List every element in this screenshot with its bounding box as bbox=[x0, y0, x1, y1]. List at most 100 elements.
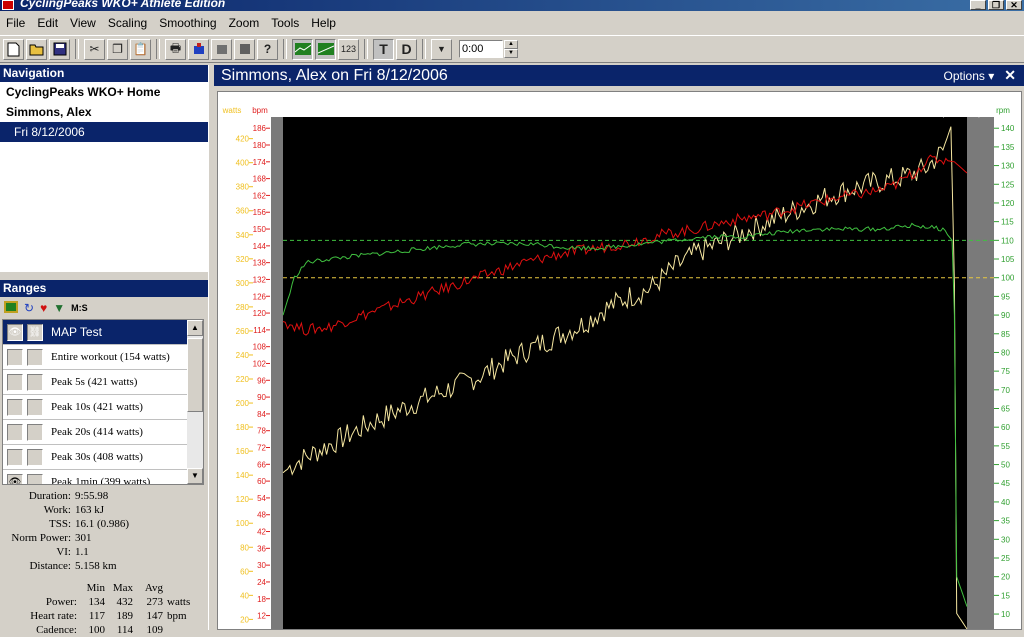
range-chart-icon[interactable] bbox=[4, 300, 18, 316]
watts-tick-label: 340 bbox=[236, 231, 250, 240]
time-input[interactable]: 0:00 bbox=[459, 40, 503, 58]
watts-tick-label: 260 bbox=[236, 327, 250, 336]
minimize-button[interactable]: _ bbox=[970, 0, 986, 10]
cut-icon[interactable]: ✂ bbox=[84, 38, 105, 60]
lock-checkbox[interactable] bbox=[27, 398, 43, 416]
range-row[interactable]: Peak 5s (421 watts) bbox=[3, 370, 203, 395]
close-button[interactable]: ✕ bbox=[1006, 0, 1022, 10]
eye-icon[interactable]: 👁 bbox=[7, 473, 23, 484]
menu-edit[interactable]: Edit bbox=[31, 16, 64, 30]
paste-icon[interactable]: 📋 bbox=[130, 38, 151, 60]
bpm-tick-label: 78 bbox=[257, 427, 266, 436]
range-label-left: MAP Test bbox=[295, 109, 330, 118]
menu-tools[interactable]: Tools bbox=[265, 16, 305, 30]
lock-checkbox[interactable] bbox=[27, 373, 43, 391]
visibility-checkbox[interactable] bbox=[7, 448, 23, 466]
workout-chart[interactable]: watts bpm rpm MAP Test Peak 1min (399 watts)… bbox=[217, 91, 1022, 630]
visibility-checkbox[interactable] bbox=[7, 423, 23, 441]
rpm-tick-label: 25 bbox=[1001, 554, 1010, 563]
stat-norm-power: Norm Power: 301 bbox=[0, 531, 208, 545]
stat-vi: VI: 1.1 bbox=[0, 545, 208, 559]
stat-value: 163 kJ bbox=[75, 504, 105, 516]
lock-checkbox[interactable] bbox=[27, 448, 43, 466]
app-icon bbox=[2, 0, 14, 10]
scroll-up-icon[interactable]: ▲ bbox=[187, 320, 203, 336]
visibility-checkbox[interactable] bbox=[7, 373, 23, 391]
stat-duration: Duration: 9:55.98 bbox=[0, 489, 208, 503]
menu-smoothing[interactable]: Smoothing bbox=[153, 16, 222, 30]
menu-view[interactable]: View bbox=[64, 16, 102, 30]
device-settings-icon[interactable] bbox=[234, 38, 255, 60]
spin-down-icon[interactable]: ▼ bbox=[504, 49, 518, 58]
eye-icon[interactable]: 👁 bbox=[7, 323, 23, 341]
open-folder-icon[interactable] bbox=[26, 38, 47, 60]
options-menu[interactable]: Options ▾ bbox=[944, 69, 1005, 83]
stat-label: VI: bbox=[56, 546, 71, 558]
filter-icon[interactable]: ▼ bbox=[53, 301, 65, 315]
stat-value: 1.1 bbox=[75, 546, 89, 558]
close-workout-icon[interactable]: ✕ bbox=[1004, 67, 1024, 84]
visibility-checkbox[interactable] bbox=[7, 348, 23, 366]
help-icon[interactable]: ? bbox=[257, 38, 278, 60]
graph-view-icon[interactable] bbox=[292, 38, 313, 60]
rpm-tick-label: 95 bbox=[1001, 292, 1010, 301]
bpm-tick-label: 138 bbox=[253, 259, 267, 268]
units-button[interactable]: 123 bbox=[338, 38, 359, 60]
lock-checkbox[interactable] bbox=[27, 473, 43, 484]
time-axis-button[interactable]: T bbox=[373, 38, 394, 60]
bpm-tick-label: 90 bbox=[257, 393, 266, 402]
menu-file[interactable]: File bbox=[0, 16, 31, 30]
range-row-map-test[interactable]: 👁 ⛓ MAP Test bbox=[3, 320, 203, 345]
watts-tick-label: 40 bbox=[240, 591, 249, 600]
refresh-icon[interactable]: ↻ bbox=[24, 301, 34, 315]
maximize-button[interactable]: ❐ bbox=[988, 0, 1004, 10]
range-row[interactable]: Entire workout (154 watts) bbox=[3, 345, 203, 370]
panel-splitter[interactable] bbox=[0, 272, 208, 280]
range-row[interactable]: Peak 10s (421 watts) bbox=[3, 395, 203, 420]
copy-icon[interactable]: ❐ bbox=[107, 38, 128, 60]
stat-value: 9:55.98 bbox=[75, 490, 109, 502]
distance-axis-button[interactable]: D bbox=[396, 38, 417, 60]
scroll-thumb[interactable] bbox=[187, 338, 203, 412]
range-row[interactable]: Peak 30s (408 watts) bbox=[3, 445, 203, 470]
time-format-label[interactable]: M:S bbox=[71, 303, 88, 313]
visibility-checkbox[interactable] bbox=[7, 398, 23, 416]
heart-icon[interactable]: ♥ bbox=[40, 301, 47, 315]
watts-tick-label: 160 bbox=[236, 447, 250, 456]
menu-zoom[interactable]: Zoom bbox=[223, 16, 266, 30]
rpm-tick-label: 55 bbox=[1001, 442, 1010, 451]
range-row[interactable]: 👁 Peak 1min (399 watts) bbox=[3, 470, 203, 484]
lock-checkbox[interactable] bbox=[27, 348, 43, 366]
workout-chart-svg[interactable]: watts bpm rpm MAP Test Peak 1min (399 watts)… bbox=[218, 92, 1021, 629]
rpm-tick-label: 65 bbox=[1001, 405, 1010, 414]
download-device-icon[interactable] bbox=[188, 38, 209, 60]
nav-item-athlete[interactable]: Simmons, Alex bbox=[0, 102, 208, 122]
bpm-tick-label: 84 bbox=[257, 410, 266, 419]
rpm-tick-label: 30 bbox=[1001, 535, 1010, 544]
graph-fill-icon[interactable] bbox=[315, 38, 336, 60]
max-value: 189 bbox=[116, 610, 134, 622]
rpm-axis-unit: rpm bbox=[996, 106, 1010, 115]
range-scrollbar[interactable]: ▲ ▼ bbox=[187, 320, 203, 484]
scroll-down-icon[interactable]: ▼ bbox=[187, 468, 203, 484]
min-value: 100 bbox=[88, 624, 106, 636]
save-icon[interactable] bbox=[49, 38, 70, 60]
new-file-icon[interactable] bbox=[3, 38, 24, 60]
rpm-tick-label: 115 bbox=[1001, 218, 1014, 227]
lock-icon[interactable]: ⛓ bbox=[27, 323, 43, 341]
watts-tick-label: 320 bbox=[236, 255, 250, 264]
print-icon[interactable]: 🖶 bbox=[165, 38, 186, 60]
nav-item-home[interactable]: CyclingPeaks WKO+ Home bbox=[0, 82, 208, 102]
spin-up-icon[interactable]: ▲ bbox=[504, 40, 518, 49]
menu-scaling[interactable]: Scaling bbox=[102, 16, 153, 30]
toolbar-separator bbox=[156, 39, 160, 59]
dropdown-arrow-icon[interactable]: ▼ bbox=[431, 38, 452, 60]
nav-item-workout[interactable]: Fri 8/12/2006 bbox=[0, 122, 208, 142]
minmax-label: Heart rate: bbox=[30, 610, 77, 622]
range-row[interactable]: Peak 20s (414 watts) bbox=[3, 420, 203, 445]
time-spinner[interactable]: ▲ ▼ bbox=[504, 40, 518, 58]
device-icon[interactable] bbox=[211, 38, 232, 60]
watts-tick-label: 420 bbox=[236, 135, 250, 144]
menu-help[interactable]: Help bbox=[305, 16, 342, 30]
lock-checkbox[interactable] bbox=[27, 423, 43, 441]
